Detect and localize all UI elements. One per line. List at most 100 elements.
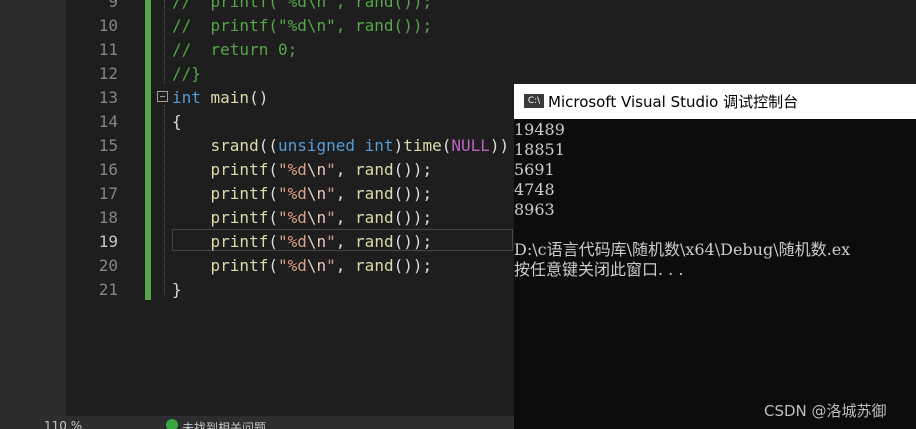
code-token: ()); — [393, 184, 433, 203]
line-number: 13 — [98, 88, 118, 107]
code-token: srand — [210, 136, 259, 155]
code-token: " — [326, 208, 336, 227]
code-token: ()); — [393, 160, 433, 179]
code-token: // printf("%d\n", rand()); — [172, 16, 433, 35]
console-title-bar[interactable]: C:\ Microsoft Visual Studio 调试控制台 — [514, 84, 916, 119]
code-token: int — [172, 88, 211, 107]
line-number: 11 — [98, 40, 118, 59]
code-line[interactable]: 12 //} — [66, 62, 916, 86]
code-token: printf — [210, 184, 269, 203]
line-number: 21 — [98, 280, 118, 299]
code-line[interactable]: 10 // printf("%d\n", rand()); — [66, 14, 916, 38]
code-token: // printf("%d\n", rand()); — [172, 0, 433, 11]
code-token: " — [326, 184, 336, 203]
line-number: 9 — [108, 0, 118, 11]
code-token: rand — [355, 232, 394, 251]
code-token: printf — [210, 160, 269, 179]
code-token: , — [335, 160, 356, 179]
line-number: 19 — [98, 232, 118, 251]
code-token: ( — [268, 208, 278, 227]
code-token: , — [335, 232, 356, 251]
line-code: // return 0; — [172, 38, 297, 62]
code-token: main — [210, 88, 250, 107]
code-line[interactable]: 11 // return 0; — [66, 38, 916, 62]
line-code: { — [172, 110, 182, 134]
code-token: time — [403, 136, 442, 155]
code-token: printf — [210, 256, 269, 275]
line-code: srand((unsigned int)time(NULL)) — [172, 134, 510, 158]
code-token: { — [172, 112, 182, 131]
console-line: 18851 — [514, 140, 565, 159]
code-token: , — [335, 184, 356, 203]
line-number: 18 — [98, 208, 118, 227]
code-token: unsigned int — [277, 136, 394, 155]
code-token: " — [326, 256, 336, 275]
line-code: printf("%d\n", rand()); — [172, 158, 433, 182]
console-app-icon: C:\ — [524, 94, 544, 108]
line-code: } — [172, 278, 182, 302]
line-code: printf("%d\n", rand()); — [172, 206, 433, 230]
console-line: 按任意键关闭此窗口. . . — [514, 260, 684, 279]
code-token: "%d — [277, 208, 307, 227]
debug-console-window[interactable]: C:\ Microsoft Visual Studio 调试控制台 19489 1… — [514, 84, 916, 429]
code-token: ( — [268, 232, 278, 251]
code-token: "%d — [277, 256, 307, 275]
code-token: \n — [306, 184, 327, 203]
console-line: 19489 — [514, 120, 565, 139]
code-token: ( — [268, 184, 278, 203]
line-code: printf("%d\n", rand()); — [172, 182, 433, 206]
line-code: printf("%d\n", rand()); — [172, 254, 433, 278]
code-token: (( — [258, 136, 278, 155]
code-token: \n — [306, 232, 327, 251]
code-token: printf — [210, 208, 269, 227]
editor-status-bar: 110 % 未找到相关问题 — [40, 416, 514, 429]
code-token: ( — [268, 160, 278, 179]
code-token: )) — [489, 136, 510, 155]
code-line[interactable]: 9 // printf("%d\n", rand()); — [66, 0, 916, 14]
code-token: rand — [355, 160, 394, 179]
code-token: NULL — [451, 136, 490, 155]
code-token: ()); — [393, 232, 433, 251]
no-issues-check-icon — [166, 419, 178, 429]
line-code: printf("%d\n", rand()); — [172, 230, 433, 254]
code-token: , — [335, 208, 356, 227]
code-token: \n — [306, 208, 327, 227]
zoom-level-dropdown[interactable]: 110 % — [44, 419, 82, 429]
line-code: int main() — [172, 86, 268, 110]
code-token: () — [249, 88, 269, 107]
code-token: printf — [210, 232, 269, 251]
code-token: rand — [355, 256, 394, 275]
line-number: 10 — [98, 16, 118, 35]
left-panel-strip — [0, 0, 66, 429]
code-token: ()); — [393, 256, 433, 275]
code-token: ) — [393, 136, 404, 155]
code-token: ()); — [393, 208, 433, 227]
code-token: } — [172, 280, 182, 299]
line-number: 12 — [98, 64, 118, 83]
console-line: 4748 — [514, 180, 555, 199]
code-token: , — [335, 256, 356, 275]
console-line: 5691 — [514, 160, 555, 179]
issues-status[interactable]: 未找到相关问题 — [182, 419, 266, 429]
code-token: \n — [306, 160, 327, 179]
code-token: \n — [306, 256, 327, 275]
code-token: ( — [268, 256, 278, 275]
code-token: ( — [441, 136, 452, 155]
watermark-text: CSDN @洛城苏御 — [764, 402, 887, 420]
console-line: 8963 — [514, 200, 555, 219]
line-number: 17 — [98, 184, 118, 203]
code-token: //} — [172, 64, 201, 83]
code-token: rand — [355, 184, 394, 203]
code-token: // return 0; — [172, 40, 298, 59]
console-line: D:\c语言代码库\随机数\x64\Debug\随机数.ex — [514, 240, 851, 259]
code-token: "%d — [277, 184, 307, 203]
line-code: // printf("%d\n", rand()); — [172, 0, 432, 14]
line-number: 16 — [98, 160, 118, 179]
code-token: " — [326, 160, 336, 179]
